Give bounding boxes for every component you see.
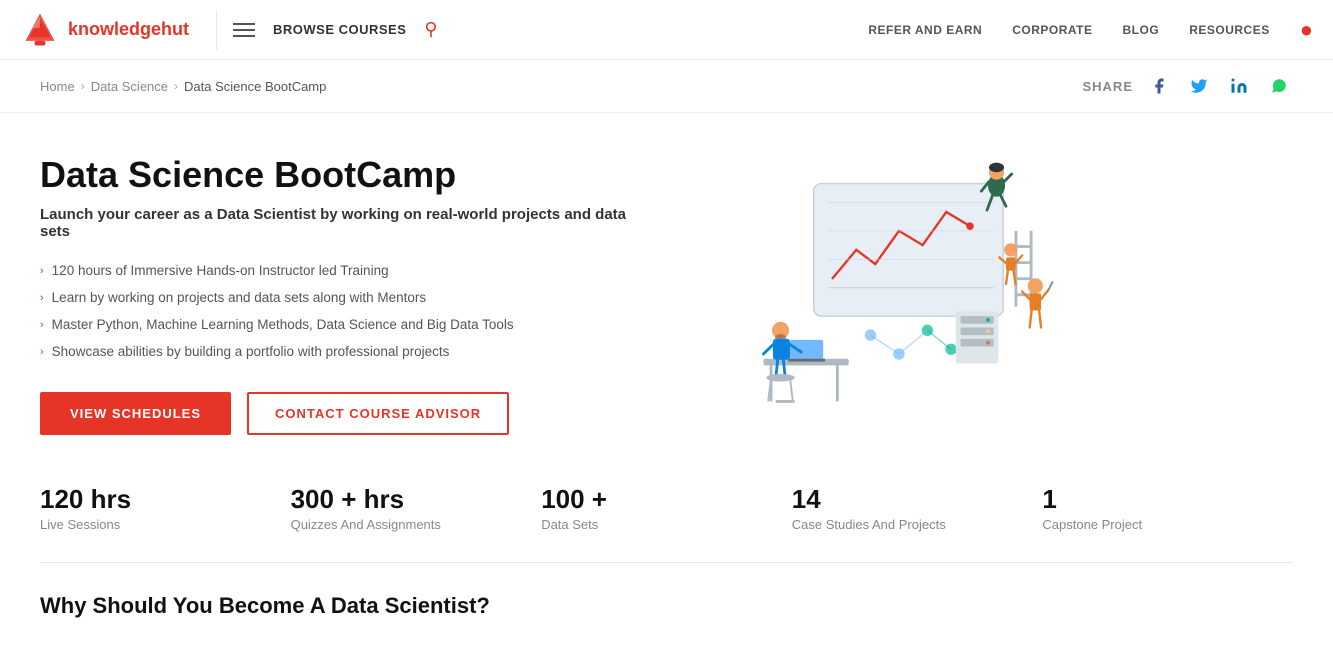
stat-quizzes: 300 + hrs Quizzes And Assignments (291, 485, 542, 533)
breadcrumb-sep-1: › (81, 79, 85, 93)
stat-live-sessions: 120 hrs Live Sessions (40, 485, 291, 533)
stat-number-4: 14 (792, 485, 1043, 514)
hero-illustration (700, 153, 1060, 413)
hero-svg-illustration (700, 153, 1060, 413)
site-header: knowledgehut BROWSE COURSES ⚲ REFER AND … (0, 0, 1333, 60)
logo-link[interactable]: knowledgehut (20, 10, 200, 50)
view-schedules-button[interactable]: VIEW SCHEDULES (40, 392, 231, 435)
stat-label-4: Case Studies And Projects (792, 517, 1043, 532)
stat-number-1: 120 hrs (40, 485, 291, 514)
nav-corporate[interactable]: CORPORATE (1012, 23, 1092, 37)
nav-refer-earn[interactable]: REFER AND EARN (868, 23, 982, 37)
contact-course-advisor-button[interactable]: CONTACT COURSE ADVISOR (247, 392, 509, 435)
feature-item-1: › 120 hours of Immersive Hands-on Instru… (40, 262, 660, 281)
stat-number-2: 300 + hrs (291, 485, 542, 514)
breadcrumb-sep-2: › (174, 79, 178, 93)
logo-text: knowledgehut (68, 19, 189, 40)
breadcrumb-bar: Home › Data Science › Data Science BootC… (0, 60, 1333, 113)
breadcrumb-home[interactable]: Home (40, 79, 75, 94)
linkedin-share-icon[interactable] (1225, 72, 1253, 100)
feature-text-2: Learn by working on projects and data se… (52, 289, 426, 308)
stat-capstone: 1 Capstone Project (1042, 485, 1293, 533)
chevron-icon-2: › (40, 291, 44, 306)
share-label: SHARE (1082, 79, 1133, 94)
hero-subtitle: Launch your career as a Data Scientist b… (40, 206, 660, 240)
stats-bar: 120 hrs Live Sessions 300 + hrs Quizzes … (0, 455, 1333, 563)
nav-left: BROWSE COURSES ⚲ (233, 19, 438, 40)
feature-list: › 120 hours of Immersive Hands-on Instru… (40, 262, 660, 362)
stat-case-studies: 14 Case Studies And Projects (792, 485, 1043, 533)
logo-icon (20, 10, 60, 50)
stat-datasets: 100 + Data Sets (541, 485, 792, 533)
chevron-icon-1: › (40, 264, 44, 279)
page-title: Data Science BootCamp (40, 153, 660, 196)
stat-label-5: Capstone Project (1042, 517, 1293, 532)
hamburger-icon[interactable] (233, 23, 255, 37)
bottom-section-title: Why Should You Become A Data Scientist? (40, 593, 1293, 619)
feature-item-2: › Learn by working on projects and data … (40, 289, 660, 308)
search-icon[interactable]: ⚲ (424, 19, 437, 40)
nav-blog[interactable]: BLOG (1123, 23, 1160, 37)
twitter-share-icon[interactable] (1185, 72, 1213, 100)
feature-text-3: Master Python, Machine Learning Methods,… (52, 316, 514, 335)
whatsapp-share-icon[interactable] (1265, 72, 1293, 100)
nav-right: REFER AND EARN CORPORATE BLOG RESOURCES … (868, 17, 1313, 43)
breadcrumb-parent[interactable]: Data Science (91, 79, 168, 94)
bottom-section: Why Should You Become A Data Scientist? (0, 563, 1333, 619)
breadcrumb: Home › Data Science › Data Science BootC… (40, 79, 326, 94)
stat-number-5: 1 (1042, 485, 1293, 514)
stat-label-2: Quizzes And Assignments (291, 517, 542, 532)
stat-label-3: Data Sets (541, 517, 792, 532)
share-area: SHARE (1082, 72, 1293, 100)
breadcrumb-current: Data Science BootCamp (184, 79, 326, 94)
chevron-icon-3: › (40, 318, 44, 333)
nav-resources[interactable]: RESOURCES (1189, 23, 1270, 37)
facebook-share-icon[interactable] (1145, 72, 1173, 100)
feature-text-1: 120 hours of Immersive Hands-on Instruct… (52, 262, 389, 281)
hero-content: Data Science BootCamp Launch your career… (40, 153, 660, 435)
feature-item-3: › Master Python, Machine Learning Method… (40, 316, 660, 335)
hero-buttons: VIEW SCHEDULES CONTACT COURSE ADVISOR (40, 392, 660, 435)
stat-label-1: Live Sessions (40, 517, 291, 532)
feature-item-4: › Showcase abilities by building a portf… (40, 343, 660, 362)
hero-section: Data Science BootCamp Launch your career… (0, 113, 1333, 455)
browse-courses-label[interactable]: BROWSE COURSES (273, 22, 406, 37)
chevron-icon-4: › (40, 345, 44, 360)
header-divider (216, 10, 217, 50)
user-icon[interactable]: ● (1300, 17, 1313, 43)
stat-number-3: 100 + (541, 485, 792, 514)
feature-text-4: Showcase abilities by building a portfol… (52, 343, 450, 362)
